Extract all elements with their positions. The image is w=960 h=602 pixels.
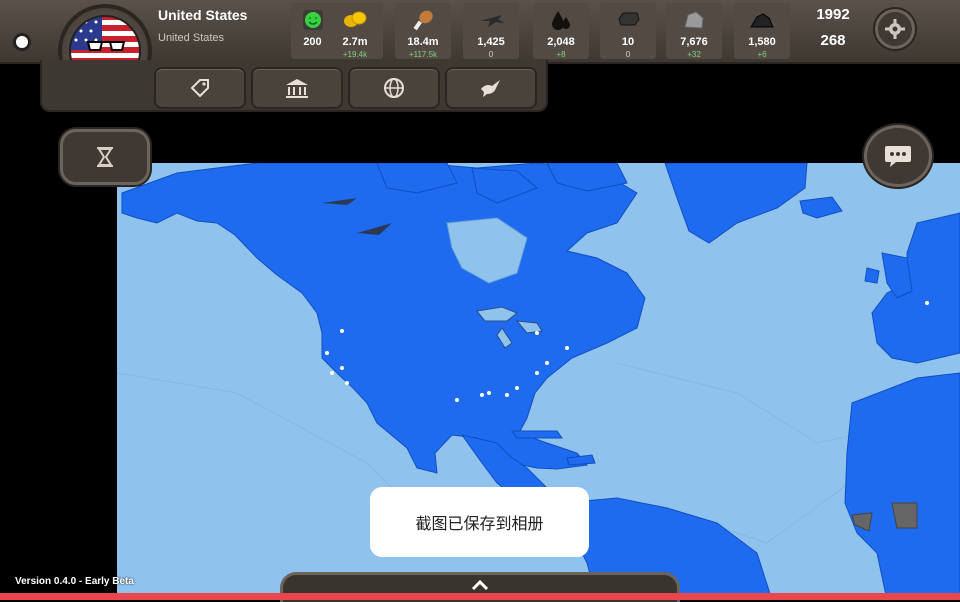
action-toolbar <box>40 60 548 112</box>
current-year: 1992 <box>816 6 850 23</box>
gold-coins-icon <box>327 9 383 31</box>
top-bar: United States United States 200 2.7m +19… <box>0 0 960 98</box>
territory-africa <box>844 372 960 600</box>
resource-value: 1,580 <box>748 36 776 48</box>
resource-change: 0 <box>488 50 494 59</box>
steel-ingot-icon <box>600 9 656 31</box>
game-speed-button[interactable] <box>60 129 150 185</box>
stone-rocks-icon <box>666 9 722 31</box>
resource-value: 18.4m <box>407 36 439 48</box>
resource-change: +19.4k <box>342 50 368 59</box>
peace-dove-icon <box>481 80 500 97</box>
chat-button[interactable] <box>864 125 932 187</box>
bottom-accent-strip <box>0 593 960 600</box>
trade-tag-icon <box>190 79 209 98</box>
settings-button[interactable] <box>875 9 915 49</box>
trade-button[interactable] <box>154 67 246 109</box>
resource-coal[interactable]: 1,580 +6 <box>734 3 790 59</box>
territory-uk <box>864 252 913 299</box>
resource-military[interactable]: 1,425 0 <box>463 3 519 59</box>
government-button[interactable] <box>251 67 343 109</box>
screenshot-saved-toast: 截图已保存到相册 <box>370 487 589 557</box>
resource-value: 2.7m <box>342 36 368 48</box>
resource-value: 1,425 <box>477 36 505 48</box>
country-name: United States <box>158 7 248 23</box>
resource-change: +8 <box>556 50 566 59</box>
chat-bubble-icon <box>885 146 911 167</box>
resource-change: +32 <box>687 50 701 59</box>
resource-steel[interactable]: 10 0 <box>600 3 656 59</box>
resource-change: 0 <box>625 50 631 59</box>
territory-north-america <box>121 163 646 474</box>
current-day: 268 <box>820 32 846 49</box>
resource-gold[interactable]: 2.7m +19.4k <box>327 3 383 59</box>
food-drumstick-icon <box>395 9 451 31</box>
status-indicator[interactable] <box>13 33 31 51</box>
territory-iceland <box>799 196 843 219</box>
country-subtitle: United States <box>158 32 225 44</box>
coal-pile-icon <box>734 9 790 31</box>
resource-change: +117.5k <box>408 50 438 59</box>
resource-change: +6 <box>757 50 767 59</box>
territory-greenland <box>664 163 808 244</box>
chevron-up-icon <box>471 579 489 591</box>
diplomacy-button[interactable] <box>348 67 440 109</box>
resource-food[interactable]: 18.4m +117.5k <box>395 3 451 59</box>
resource-stone[interactable]: 7,676 +32 <box>666 3 722 59</box>
territory-europe <box>871 212 960 364</box>
resource-value: 2,048 <box>547 36 575 48</box>
version-label: Version 0.4.0 - Early Beta <box>15 576 134 587</box>
resource-value: 10 <box>621 36 635 48</box>
gear-icon <box>885 19 905 39</box>
military-plane-icon <box>463 9 519 31</box>
peace-button[interactable] <box>445 67 537 109</box>
oil-drops-icon <box>533 9 589 31</box>
resource-value: 7,676 <box>680 36 708 48</box>
globe-diplomacy-icon <box>384 78 404 98</box>
resource-oil[interactable]: 2,048 +8 <box>533 3 589 59</box>
hourglass-icon <box>97 147 113 167</box>
government-building-icon <box>286 79 308 98</box>
